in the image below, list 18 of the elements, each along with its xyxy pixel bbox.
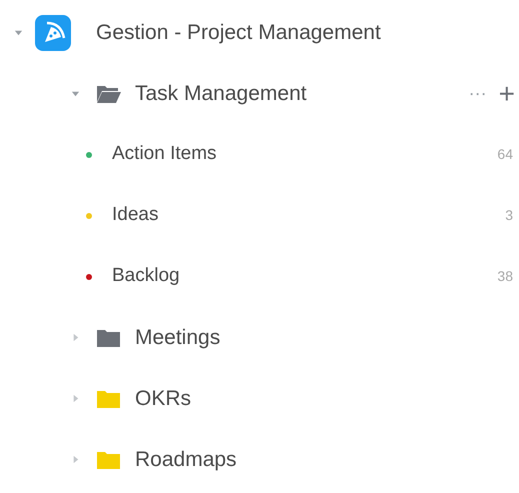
task-count: 38	[497, 267, 513, 286]
caret-icon[interactable]	[71, 394, 80, 403]
folder-name[interactable]: Roadmaps	[135, 444, 515, 476]
task-count: 3	[505, 206, 513, 225]
list-name[interactable]: Backlog	[112, 262, 498, 291]
folder-name[interactable]: Task Management	[135, 78, 469, 110]
folder-name[interactable]: Meetings	[135, 322, 515, 354]
task-count: 64	[497, 145, 513, 164]
caret-icon[interactable]	[71, 455, 80, 464]
space-name[interactable]: Gestion - Project Management	[96, 16, 381, 48]
list-name[interactable]: Ideas	[112, 201, 506, 230]
add-button[interactable]: +	[498, 80, 515, 108]
caret-icon[interactable]	[71, 89, 80, 98]
caret-icon[interactable]	[14, 28, 23, 37]
app-logo-icon	[35, 14, 71, 50]
list-name[interactable]: Action Items	[112, 140, 498, 169]
folder-name[interactable]: OKRs	[135, 382, 515, 414]
caret-icon[interactable]	[71, 333, 80, 342]
